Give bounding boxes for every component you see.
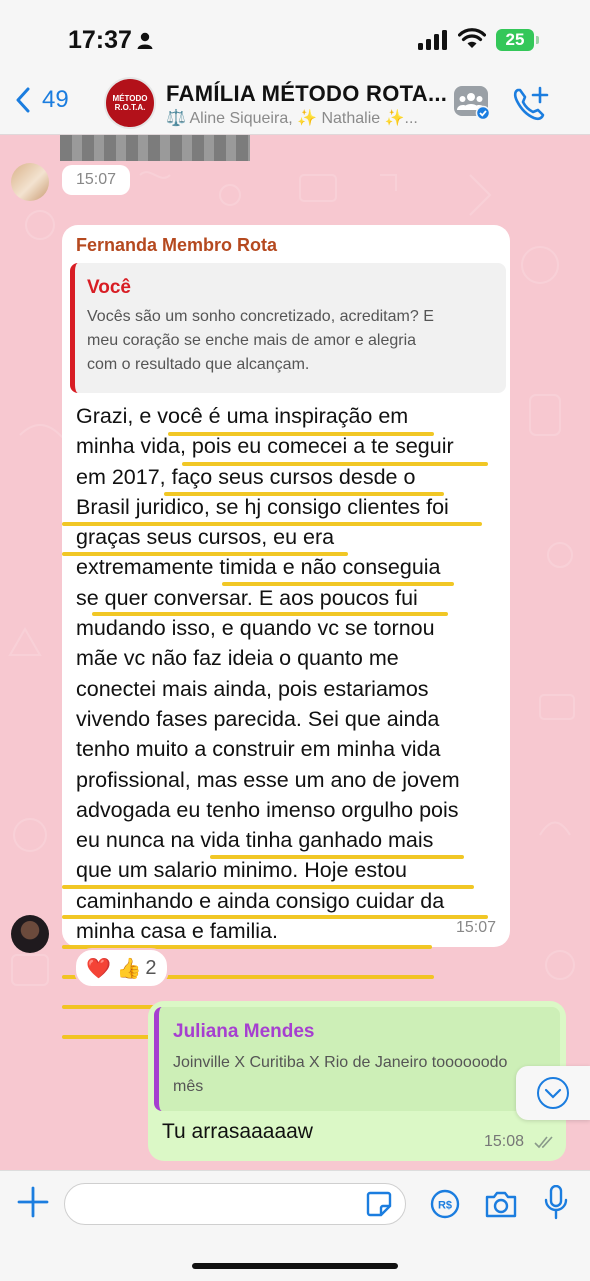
chevron-left-icon: [16, 87, 30, 113]
message-line: minha casa e familia.: [76, 919, 278, 944]
message-line: mudando isso, e quando vc se tornou: [76, 616, 435, 641]
outgoing-message-bubble[interactable]: Juliana Mendes Joinville X Curitiba X Ri…: [148, 1001, 566, 1161]
group-avatar[interactable]: MÉTODO R.O.T.A.: [104, 77, 156, 129]
message-reactions[interactable]: ❤️ 👍 2: [74, 948, 169, 988]
microphone-icon[interactable]: [543, 1185, 569, 1221]
chevron-down-icon: [537, 1077, 569, 1109]
group-avatar-line-2: R.O.T.A.: [114, 103, 146, 112]
add-call-icon[interactable]: [512, 86, 550, 122]
media-thumbnail[interactable]: [60, 135, 250, 161]
message-line: eu nunca na vida tinha ganhado mais: [76, 828, 434, 853]
message-line: caminhando e ainda consigo cuidar da: [76, 888, 445, 913]
message-line: advogada eu tenho imenso orgulho pois: [76, 797, 459, 822]
battery-indicator: 25: [496, 29, 534, 51]
quoted-text: Vocês são um sonho concretizado, acredit…: [87, 305, 497, 377]
message-line: mãe vc não faz ideia o quanto me: [76, 646, 399, 671]
reaction-count: 2: [145, 956, 157, 979]
unread-count: 49: [42, 86, 69, 113]
quoted-text: Joinville X Curitiba X Rio de Janeiro to…: [173, 1051, 553, 1099]
incoming-message-bubble[interactable]: Fernanda Membro Rota Você Vocês são um s…: [62, 225, 510, 1039]
quoted-author: Você: [87, 277, 132, 298]
status-time: 17:37: [68, 26, 132, 54]
message-line: tenho muito a construir em minha vida: [76, 737, 441, 762]
plus-icon[interactable]: [16, 1185, 50, 1219]
sender-avatar[interactable]: [11, 915, 49, 953]
input-bar: R$: [0, 1170, 590, 1281]
previous-message-time: 15:07: [62, 165, 131, 195]
message-line: profissional, mas esse um ano de jovem: [76, 767, 460, 792]
quoted-line: com o resultado que alcançam.: [87, 356, 310, 373]
message-text: Grazi, e você é uma inspiração em minha …: [76, 401, 506, 946]
message-line: graças seus cursos, eu era: [76, 525, 335, 550]
back-button[interactable]: 49: [16, 86, 69, 114]
reply-time: 15:08: [484, 1133, 525, 1150]
message-input[interactable]: [64, 1183, 406, 1225]
double-check-icon: [534, 1136, 553, 1149]
payment-icon[interactable]: R$: [430, 1189, 460, 1219]
quoted-line: Vocês são um sonho concretizado, acredit…: [87, 308, 434, 325]
sender-name[interactable]: Fernanda Membro Rota: [76, 235, 277, 256]
reaction-emojis: ❤️ 👍: [86, 957, 142, 980]
message-line: se quer conversar. E aos poucos fui: [76, 585, 418, 610]
quoted-author: Juliana Mendes: [173, 1021, 315, 1042]
top-bar: 17:37 25 49 MÉTODO R.O.T.A. FAMÍLIA MÉTO…: [0, 0, 590, 135]
battery-cap: [536, 36, 539, 44]
message-line: que um salario minimo. Hoje estou: [76, 858, 408, 883]
message-line: extremamente timida e não conseguia: [76, 555, 441, 580]
reply-text: Tu arrasaaaaaw: [162, 1120, 313, 1143]
chat-title[interactable]: FAMÍLIA MÉTODO ROTA...: [166, 81, 447, 107]
message-line: Grazi, e você é uma inspiração em: [76, 404, 409, 428]
chat-area[interactable]: 15:07 Fernanda Membro Rota Você Vocês sã…: [0, 135, 590, 1170]
wifi-icon: [458, 28, 486, 48]
signal-icon: [418, 30, 447, 50]
message-line: Brasil juridico, se hj consigo clientes …: [76, 494, 449, 519]
quoted-line: mês: [173, 1078, 204, 1095]
person-icon: [137, 32, 153, 49]
camera-icon[interactable]: [484, 1189, 518, 1219]
quoted-line: meu coração se enche mais de amor e aleg…: [87, 332, 417, 349]
sender-avatar-top[interactable]: [11, 163, 49, 201]
sticker-icon[interactable]: [366, 1191, 392, 1217]
message-line: vivendo fases parecida. Sei que ainda: [76, 706, 440, 731]
quoted-message[interactable]: Juliana Mendes Joinville X Curitiba X Ri…: [154, 1007, 560, 1111]
message-line: em 2017, faço seus cursos desde o: [76, 464, 416, 489]
quoted-line: Joinville X Curitiba X Rio de Janeiro to…: [173, 1054, 508, 1071]
home-indicator: [192, 1263, 398, 1269]
group-avatar-line-1: MÉTODO: [112, 94, 148, 103]
community-icon[interactable]: [454, 86, 490, 120]
message-line: conectei mais ainda, pois estariamos: [76, 676, 429, 701]
quoted-message[interactable]: Você Vocês são um sonho concretizado, ac…: [70, 263, 506, 393]
svg-text:R$: R$: [438, 1200, 452, 1212]
scroll-to-bottom-button[interactable]: [516, 1066, 590, 1120]
message-time: 15:07: [455, 919, 496, 936]
chat-participants[interactable]: ⚖️ Aline Siqueira, ✨ Nathalie ✨...: [166, 108, 418, 128]
message-line: minha vida, pois eu comecei a te seguir: [76, 434, 454, 459]
